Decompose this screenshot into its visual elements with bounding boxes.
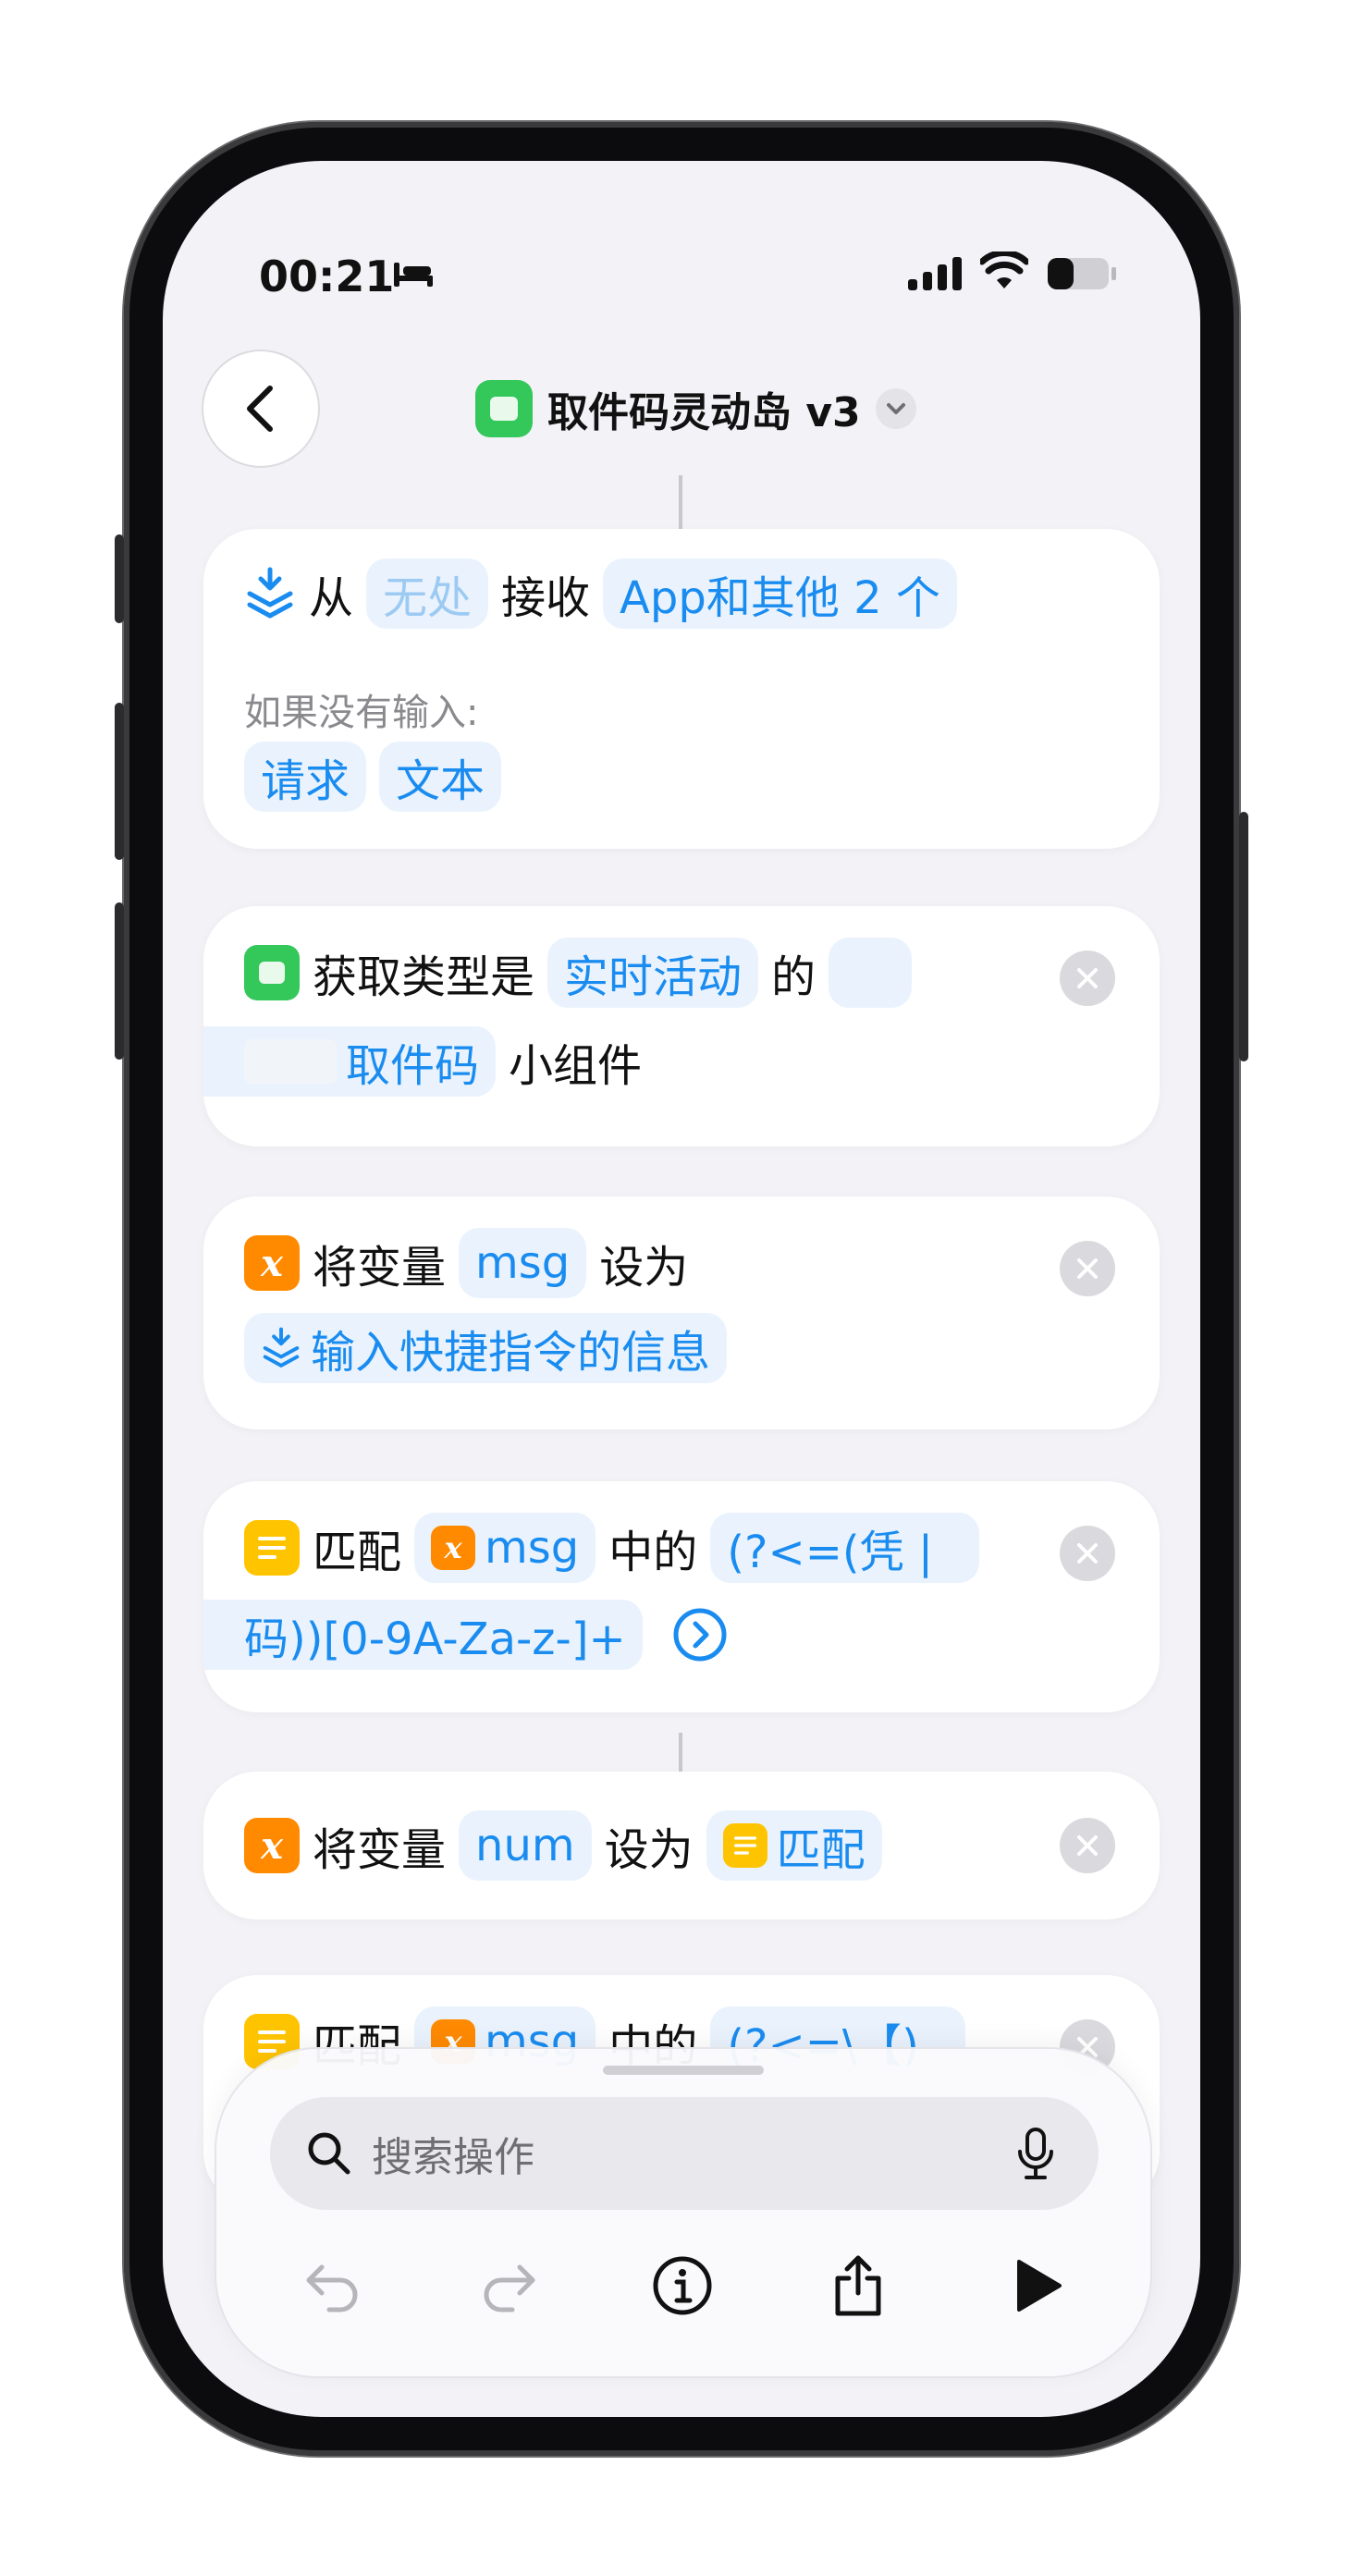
bottom-toolbar: 搜索操作	[216, 2049, 1150, 2376]
close-icon	[1077, 968, 1098, 988]
shortcut-title-menu[interactable]: 取件码灵动岛 v3	[475, 379, 916, 438]
text-widget: 小组件	[509, 1040, 643, 1092]
play-icon	[1017, 2260, 1062, 2312]
variable-icon: x	[431, 1526, 476, 1570]
action-set-variable-msg[interactable]: x 将变量 msg 设为 输入快捷指令的信息	[203, 1196, 1160, 1429]
match-input-token[interactable]: x msg	[414, 1513, 596, 1583]
flow-connector	[679, 475, 682, 531]
if-no-input-label: 如果没有输入:	[244, 692, 479, 734]
remove-action-button[interactable]	[1060, 951, 1115, 1006]
widget-name-text: 取件码	[346, 1040, 480, 1092]
widget-name-token[interactable]: 取件码	[203, 1026, 497, 1097]
shortcut-input-icon	[247, 567, 293, 619]
action-set-variable-num[interactable]: x 将变量 num 设为 匹配	[203, 1772, 1160, 1920]
chevron-left-icon	[247, 386, 273, 432]
search-icon	[308, 2132, 350, 2175]
sheet-grabber[interactable]	[603, 2066, 764, 2075]
title-dropdown-button[interactable]	[875, 388, 916, 429]
input-types-token[interactable]: App和其他 2 个	[603, 558, 957, 629]
remove-action-button[interactable]	[1060, 1526, 1115, 1581]
redo-icon	[484, 2264, 535, 2312]
sleep-bed-icon	[394, 263, 433, 287]
variable-value-text: 输入快捷指令的信息	[311, 1327, 711, 1379]
status-bar: 00:21	[163, 161, 1200, 301]
variable-name-token[interactable]: msg	[459, 1228, 587, 1298]
redo-button[interactable]	[473, 2251, 544, 2321]
text-of: 的	[771, 951, 817, 1003]
share-icon	[835, 2255, 881, 2316]
wifi-icon	[980, 251, 1028, 288]
close-icon	[1077, 1258, 1098, 1279]
cellular-signal-icon	[908, 257, 962, 290]
search-placeholder: 搜索操作	[372, 2134, 534, 2181]
no-input-option-request[interactable]: 请求	[244, 742, 367, 812]
match-input-var: msg	[485, 1522, 580, 1574]
text-set-to: 设为	[604, 1824, 694, 1876]
text-set-to: 设为	[599, 1242, 689, 1294]
widget-app-token[interactable]	[829, 938, 913, 1008]
remove-action-button[interactable]	[1060, 1241, 1115, 1296]
text-match: 匹配	[313, 1527, 402, 1578]
text-receive: 接收	[501, 572, 591, 624]
expand-chevron-circle-icon[interactable]	[670, 1605, 730, 1664]
microphone-icon[interactable]	[1015, 2126, 1056, 2181]
page-title: 取件码灵动岛 v3	[547, 389, 861, 436]
text-action-icon	[244, 1520, 300, 1576]
mute-switch	[115, 534, 124, 623]
widget-thumbnail	[244, 1039, 337, 1084]
back-button[interactable]	[203, 351, 318, 466]
variable-value-token[interactable]: 输入快捷指令的信息	[244, 1313, 728, 1383]
power-button	[1239, 812, 1248, 1061]
variable-icon: x	[244, 1235, 300, 1291]
phone-frame: 00:21 取件码灵动岛 v3 从 无处 接收 App和其他 2 个 如果没有输…	[115, 122, 1248, 2456]
search-actions-field[interactable]: 搜索操作	[270, 2097, 1099, 2210]
chevron-down-icon	[886, 403, 905, 414]
action-get-widget[interactable]: 获取类型是 实时活动 的 取件码 小组件	[203, 906, 1160, 1147]
text-action-icon	[722, 1823, 767, 1868]
info-button[interactable]	[647, 2251, 718, 2321]
remove-action-button[interactable]	[1060, 1818, 1115, 1873]
status-time: 00:21	[259, 251, 395, 301]
undo-button[interactable]	[298, 2251, 368, 2321]
close-icon	[1077, 1543, 1098, 1564]
undo-icon	[306, 2264, 358, 2312]
battery-icon	[1048, 258, 1116, 289]
volume-up-button	[115, 703, 124, 860]
action-receive-input[interactable]: 从 无处 接收 App和其他 2 个 如果没有输入: 请求 文本	[203, 529, 1160, 849]
text-from: 从	[309, 572, 354, 624]
regex-pattern-continued[interactable]: 码))[0-9A-Za-z-]+	[203, 1600, 643, 1670]
variable-icon: x	[244, 1818, 300, 1873]
close-icon	[1077, 1835, 1098, 1856]
variable-value-token[interactable]: 匹配	[706, 1810, 882, 1881]
shortcut-input-icon	[263, 1327, 300, 1368]
widget-app-icon	[244, 945, 300, 1000]
text-get-type: 获取类型是	[313, 951, 535, 1003]
screen: 00:21 取件码灵动岛 v3 从 无处 接收 App和其他 2 个 如果没有输…	[163, 161, 1200, 2417]
no-input-option-text[interactable]: 文本	[379, 742, 502, 812]
variable-name-token[interactable]: num	[459, 1810, 592, 1881]
input-source-token[interactable]: 无处	[366, 558, 489, 629]
text-set-var: 将变量	[313, 1242, 447, 1294]
info-icon	[653, 2256, 712, 2315]
widget-type-token[interactable]: 实时活动	[547, 938, 759, 1008]
action-match-text-1[interactable]: 匹配 x msg 中的 (?<=(凭 | 码))[0-9A-Za-z-]+	[203, 1481, 1160, 1712]
text-in: 中的	[608, 1527, 698, 1578]
variable-value-text: 匹配	[776, 1824, 866, 1876]
text-set-var: 将变量	[313, 1824, 447, 1876]
run-button[interactable]	[1002, 2251, 1073, 2321]
shortcut-app-icon	[475, 380, 533, 437]
regex-pattern-token[interactable]: (?<=(凭 |	[710, 1513, 980, 1583]
share-button[interactable]	[823, 2251, 893, 2321]
volume-down-button	[115, 902, 124, 1060]
flow-connector	[679, 1733, 682, 1773]
